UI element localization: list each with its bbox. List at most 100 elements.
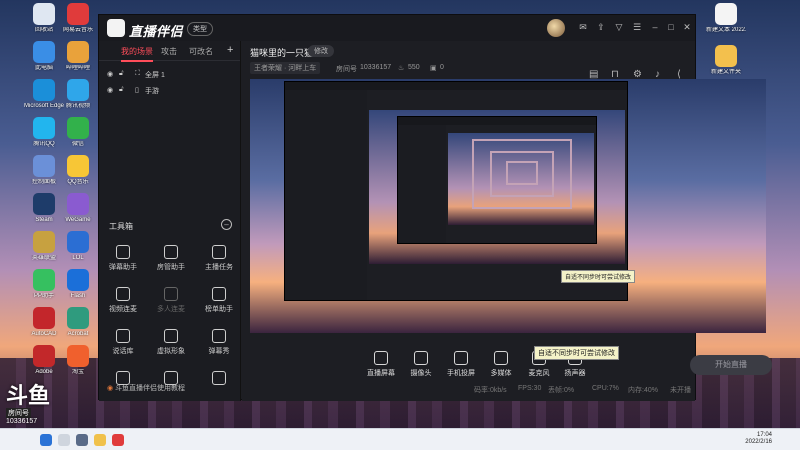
tool-item[interactable]: 弹幕秀 xyxy=(195,329,243,356)
file-explorer-icon[interactable] xyxy=(94,434,106,446)
tray-clock[interactable]: 17:04 2022/2/16 xyxy=(745,432,772,446)
game-category[interactable]: 王者荣耀 · 河畔上车 xyxy=(250,62,321,74)
source-control-label: 多媒体 xyxy=(490,370,512,377)
desktop-icon[interactable]: QQ音乐 xyxy=(58,155,98,186)
help-link[interactable]: ◉ 斗鱼直播伴侣使用教程 xyxy=(107,383,185,393)
search-icon[interactable] xyxy=(58,434,70,446)
desktop-icon[interactable]: 腾讯视频 xyxy=(58,79,98,110)
tool-item[interactable]: 榜单助手 xyxy=(195,287,243,314)
source-control[interactable]: 多媒体 xyxy=(480,351,522,378)
source-control[interactable]: 摄像头 xyxy=(400,351,442,378)
tab-my-scenes[interactable]: 我的场景 xyxy=(121,46,153,62)
douyu-watermark: 斗鱼 房间号 10336157 xyxy=(6,385,62,425)
desktop-icon[interactable]: 新建文件夹 xyxy=(706,45,746,76)
desktop-icon[interactable]: WeGame xyxy=(58,193,98,224)
avatar[interactable] xyxy=(547,19,565,37)
app-icon xyxy=(67,307,89,329)
live-preview[interactable]: 自适不同步时可尝试修改 xyxy=(250,79,766,333)
desktop-icon[interactable]: 淘宝 xyxy=(58,345,98,376)
app-icon xyxy=(33,3,55,25)
fullscreen-icon: ⛶ xyxy=(135,70,140,77)
scene-row[interactable]: ◉ 🔓︎ ⛶ 全屏 1 xyxy=(99,67,240,83)
speaker-tooltip: 自适不同步时可尝试修改 xyxy=(534,346,619,360)
app-icon xyxy=(67,79,89,101)
desktop-icon[interactable]: Acrobat xyxy=(58,307,98,338)
tool-label: 虚拟形象 xyxy=(157,348,185,355)
start-icon[interactable] xyxy=(40,434,52,446)
desktop-icon[interactable]: 哔哩哔哩 xyxy=(58,41,98,72)
source-controls-bar: 直播屏幕 摄像头 手机投屏 多媒体 麦克风 扬声器 自适不同步时可尝试修改 开始直播 码率… xyxy=(242,333,772,401)
collapse-icon[interactable]: – xyxy=(221,219,232,230)
source-control-icon xyxy=(374,351,388,365)
desktop-icon[interactable]: 新建文本 2022.2 xyxy=(706,3,746,34)
scene-name: 全屏 1 xyxy=(145,72,165,79)
tab-rename[interactable]: 可改名 xyxy=(189,46,213,57)
tool-item[interactable]: 房管助手 xyxy=(147,245,195,272)
source-control-icon xyxy=(414,351,428,365)
app-taskbar-icon[interactable] xyxy=(112,434,124,446)
app-icon xyxy=(67,345,89,367)
status-bitrate: 码率:0kb/s xyxy=(474,387,507,394)
app-icon xyxy=(33,117,55,139)
tool-item[interactable]: 视频连麦 xyxy=(99,287,147,314)
desktop-icon-label: Acrobat xyxy=(67,331,89,337)
app-icon xyxy=(33,193,55,215)
desktop-icon-label: 新建文件夹 xyxy=(710,69,741,75)
tool-item[interactable]: 弹幕助手 xyxy=(99,245,147,272)
room-title: 猫咪里的一只猫 xyxy=(250,48,314,58)
start-live-button[interactable]: 开始直播 xyxy=(690,355,772,375)
message-icon[interactable]: ✉ xyxy=(577,21,589,33)
tool-item[interactable]: 主播任务 xyxy=(195,245,243,272)
desktop-icon-label: 淘宝 xyxy=(71,369,84,375)
share-icon[interactable]: ⇪ xyxy=(595,21,607,33)
tool-icon xyxy=(164,245,178,259)
app-icon xyxy=(33,79,55,101)
room-id-label: 房间号 xyxy=(336,66,357,73)
desktop-icon[interactable]: 网易云音乐 xyxy=(58,3,98,34)
left-panel: 我的场景 攻击 可改名 + ◉ 🔓︎ ⛶ 全屏 1 ◉ 🔓︎ ▯ 手游 工具箱 … xyxy=(99,41,241,401)
tool-item[interactable]: 虚拟形象 xyxy=(147,329,195,356)
tool-label: 视频连麦 xyxy=(109,306,137,313)
type-badge[interactable]: 类型 xyxy=(187,22,213,36)
desktop-icon-label: 网易云音乐 xyxy=(62,27,93,33)
tab-attack[interactable]: 攻击 xyxy=(161,46,177,57)
tool-icon xyxy=(212,287,226,301)
desktop-icon[interactable]: Flash xyxy=(58,269,98,300)
app-icon xyxy=(67,41,89,63)
maximize-icon[interactable]: □ xyxy=(665,21,677,33)
close-icon[interactable]: ✕ xyxy=(681,21,693,33)
minimize-icon[interactable]: – xyxy=(649,21,661,33)
tool-icon xyxy=(116,287,130,301)
tool-item[interactable]: 说话库 xyxy=(99,329,147,356)
title-bar[interactable]: 直播伴侣 类型 ✉ ⇪ ▽ ☰ – □ ✕ xyxy=(99,15,695,41)
source-control-label: 手机投屏 xyxy=(447,370,475,377)
desktop-icon-label: QQ音乐 xyxy=(67,179,89,185)
gift-count: 0 xyxy=(440,64,444,71)
source-control[interactable]: 手机投屏 xyxy=(440,351,482,378)
desktop-icon[interactable]: 微信 xyxy=(58,117,98,148)
desktop-icon[interactable]: LOL xyxy=(58,231,98,262)
desktop-icon-label: 微信 xyxy=(71,141,84,147)
app-icon xyxy=(33,155,55,177)
tool-item[interactable] xyxy=(195,371,243,388)
tool-label: 说话库 xyxy=(112,348,134,355)
nested-app-capture-1: 自适不同步时可尝试修改 xyxy=(284,81,636,301)
lock-icon[interactable]: 🔓︎ xyxy=(119,86,124,94)
eye-icon[interactable]: ◉ xyxy=(107,70,113,78)
watermark-room-id: 10336157 xyxy=(6,418,38,425)
filter-icon[interactable]: ▽ xyxy=(613,21,625,33)
tool-label: 主播任务 xyxy=(205,264,233,271)
lock-icon[interactable]: 🔓︎ xyxy=(119,70,124,78)
eye-icon[interactable]: ◉ xyxy=(107,86,113,94)
menu-icon[interactable]: ☰ xyxy=(631,21,643,33)
source-control[interactable]: 直播屏幕 xyxy=(360,351,402,378)
scene-row[interactable]: ◉ 🔓︎ ▯ 手游 xyxy=(99,83,240,99)
edit-title-button[interactable]: 修改 xyxy=(308,45,334,57)
task-view-icon[interactable] xyxy=(76,434,88,446)
tool-item[interactable]: 多人连麦 xyxy=(147,287,195,314)
tool-icon xyxy=(212,371,226,385)
app-icon xyxy=(67,3,89,25)
add-scene-button[interactable]: + xyxy=(227,44,233,56)
nested-app-capture-2 xyxy=(397,116,597,244)
help-icon: ◉ xyxy=(107,385,114,392)
